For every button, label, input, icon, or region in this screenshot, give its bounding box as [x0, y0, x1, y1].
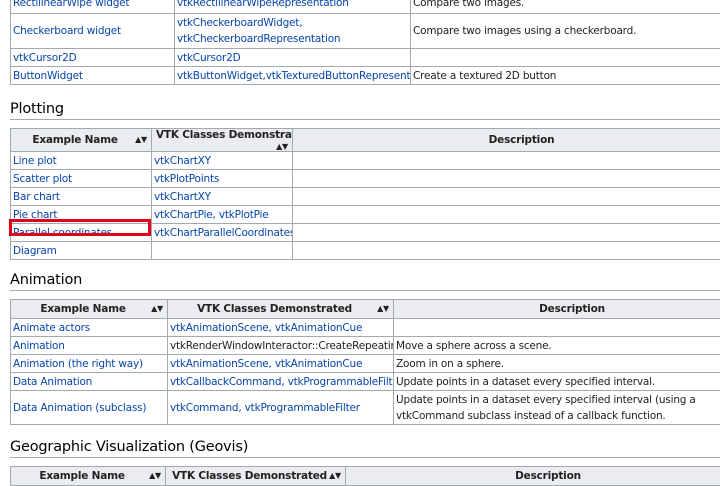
example-link[interactable]: Animation [13, 340, 65, 352]
column-header-vtk-classes[interactable]: VTK Classes Demonstrated▲▼ [152, 129, 293, 152]
column-header-description[interactable]: Description [394, 300, 720, 319]
class-link[interactable]: vtkCursor2D [177, 52, 241, 64]
example-link[interactable]: Checkerboard widget [13, 25, 121, 37]
section-heading-geovis: Geographic Visualization (Geovis) [10, 439, 720, 458]
class-link[interactable]: vtkChartXY [154, 155, 211, 167]
sort-arrows-icon[interactable]: ▲▼ [151, 304, 163, 313]
description-cell [411, 49, 720, 67]
widgets-table: RectilinearWipe widget vtkRectilinearWip… [10, 0, 720, 85]
description-cell [293, 242, 720, 260]
column-header-vtk-classes[interactable]: VTK Classes Demonstrated▲▼ [166, 467, 346, 486]
table-row: ButtonWidget vtkButtonWidget,vtkTextured… [11, 67, 720, 85]
class-link[interactable]: vtkCommand, vtkProgrammableFilter [170, 402, 360, 414]
example-link-bar-chart[interactable]: Bar chart [13, 191, 60, 203]
sort-arrows-icon[interactable]: ▲▼ [276, 142, 288, 151]
table-header-row: Example Name▲▼ VTK Classes Demonstrated▲… [11, 467, 720, 486]
description-cell [293, 206, 720, 224]
column-header-example-name[interactable]: Example Name▲▼ [11, 467, 166, 486]
class-link[interactable]: vtkPlotPoints [154, 173, 219, 185]
description-cell: Update points in a dataset every specifi… [394, 391, 720, 425]
column-header-example-name[interactable]: Example Name▲▼ [11, 300, 168, 319]
description-cell [394, 319, 720, 337]
section-heading-plotting: Plotting [10, 101, 720, 120]
geovis-table: Example Name▲▼ VTK Classes Demonstrated▲… [10, 466, 720, 486]
table-row: vtkCursor2D vtkCursor2D [11, 49, 720, 67]
class-link[interactable]: vtkCallbackCommand, vtkProgrammableFilte… [170, 376, 394, 388]
section-heading-animation: Animation [10, 272, 720, 291]
table-row: Scatter plot vtkPlotPoints [11, 170, 720, 188]
class-link[interactable]: vtkButtonWidget,vtkTexturedButtonReprese… [177, 70, 411, 82]
table-row: RectilinearWipe widget vtkRectilinearWip… [11, 0, 720, 14]
plotting-table: Example Name▲▼ VTK Classes Demonstrated▲… [10, 128, 720, 260]
animation-table: Example Name▲▼ VTK Classes Demonstrated▲… [10, 299, 720, 425]
example-link[interactable]: RectilinearWipe widget [13, 0, 129, 9]
table-row: Animation (the right way) vtkAnimationSc… [11, 355, 720, 373]
column-header-description[interactable]: Description [346, 467, 720, 486]
table-row: Animation vtkRenderWindowInteractor::Cre… [11, 337, 720, 355]
class-link[interactable]: vtkRectilinearWipeRepresentation [177, 0, 349, 9]
description-cell [293, 224, 720, 242]
example-link-line-plot[interactable]: Line plot [13, 155, 57, 167]
example-link[interactable]: Data Animation [13, 376, 92, 388]
table-row: Line plot vtkChartXY [11, 152, 720, 170]
sort-arrows-icon[interactable]: ▲▼ [377, 304, 389, 313]
example-link[interactable]: Animate actors [13, 322, 90, 334]
example-link-diagram[interactable]: Diagram [13, 245, 57, 257]
description-cell: Move a sphere across a scene. [394, 337, 720, 355]
table-row: Data Animation (subclass) vtkCommand, vt… [11, 391, 720, 425]
example-link[interactable]: vtkCursor2D [13, 52, 77, 64]
highlight-box [9, 219, 151, 236]
class-link[interactable]: vtkAnimationScene, vtkAnimationCue [170, 358, 362, 370]
class-link[interactable]: vtkChartParallelCoordinates [154, 227, 293, 239]
class-link[interactable]: vtkChartPie, vtkPlotPie [154, 209, 269, 221]
description-cell [293, 152, 720, 170]
description-cell [293, 170, 720, 188]
table-row: Checkerboard widget vtkCheckerboardWidge… [11, 14, 720, 49]
table-row: Data Animation vtkCallbackCommand, vtkPr… [11, 373, 720, 391]
description-cell: Compare two images. [411, 0, 720, 14]
sort-arrows-icon[interactable]: ▲▼ [149, 471, 161, 480]
sort-arrows-icon[interactable]: ▲▼ [329, 471, 341, 480]
class-link[interactable]: vtkAnimationScene, vtkAnimationCue [170, 322, 362, 334]
table-header-row: Example Name▲▼ VTK Classes Demonstrated▲… [11, 300, 720, 319]
table-row: Diagram [11, 242, 720, 260]
class-link[interactable]: vtkChartXY [154, 191, 211, 203]
description-cell: Create a textured 2D button [411, 67, 720, 85]
description-cell: Zoom in on a sphere. [394, 355, 720, 373]
description-cell: Compare two images using a checkerboard. [411, 14, 720, 49]
table-row: Animate actors vtkAnimationScene, vtkAni… [11, 319, 720, 337]
table-header-row: Example Name▲▼ VTK Classes Demonstrated▲… [11, 129, 720, 152]
example-link[interactable]: Data Animation (subclass) [13, 402, 146, 414]
description-cell [293, 188, 720, 206]
example-link[interactable]: ButtonWidget [13, 70, 83, 82]
example-link[interactable]: Animation (the right way) [13, 358, 143, 370]
table-row: Bar chart vtkChartXY [11, 188, 720, 206]
sort-arrows-icon[interactable]: ▲▼ [135, 135, 147, 144]
column-header-description[interactable]: Description [293, 129, 720, 152]
column-header-example-name[interactable]: Example Name▲▼ [11, 129, 152, 152]
example-link-scatter-plot[interactable]: Scatter plot [13, 173, 72, 185]
description-cell: Update points in a dataset every specifi… [394, 373, 720, 391]
column-header-vtk-classes[interactable]: VTK Classes Demonstrated▲▼ [168, 300, 394, 319]
class-text: vtkRenderWindowInteractor::CreateRepeati… [170, 340, 394, 352]
class-link[interactable]: vtkCheckerboardWidget, vtkCheckerboardRe… [177, 17, 340, 45]
